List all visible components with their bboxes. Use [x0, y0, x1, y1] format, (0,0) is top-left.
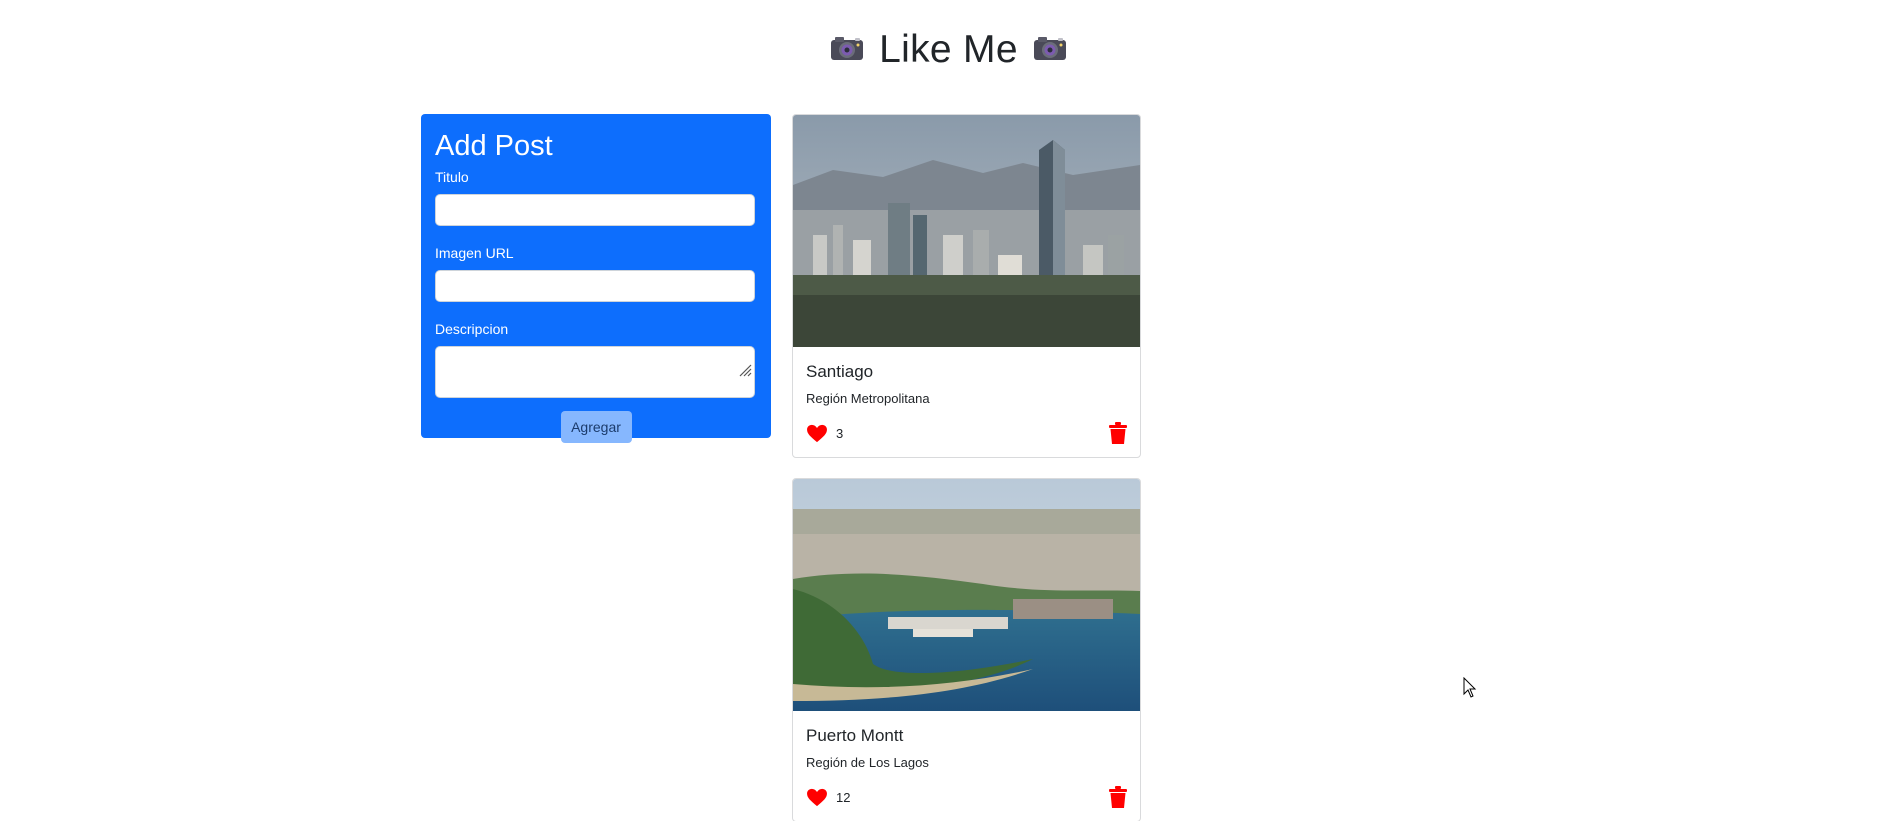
- app-page: Like Me Add Post Titulo Imagen URL Descr…: [0, 0, 1897, 821]
- post-actions: 12: [806, 784, 1127, 810]
- post-card: Santiago Región Metropolitana 3: [792, 114, 1141, 458]
- heart-icon: [806, 424, 828, 446]
- trash-icon: [1109, 786, 1127, 811]
- like-count: 3: [836, 425, 844, 441]
- post-title: Santiago: [806, 362, 874, 381]
- post-description: Región de Los Lagos: [806, 755, 929, 770]
- page-title: Like Me: [879, 28, 1018, 71]
- mouse-cursor-icon: [1463, 676, 1477, 704]
- like-button[interactable]: [806, 788, 828, 807]
- description-textarea[interactable]: [435, 346, 755, 398]
- post-body: Puerto Montt Región de Los Lagos 12: [793, 711, 1140, 810]
- like-group: 12: [806, 788, 850, 807]
- image-url-label: Imagen URL: [435, 245, 514, 261]
- post-card: Puerto Montt Región de Los Lagos 12: [792, 478, 1141, 821]
- form-title: Add Post: [435, 130, 553, 162]
- like-group: 3: [806, 424, 843, 443]
- post-actions: 3: [806, 420, 1127, 446]
- camera-icon: [829, 22, 865, 78]
- description-field-wrap: [435, 346, 755, 398]
- add-post-button[interactable]: Agregar: [560, 411, 632, 443]
- title-input[interactable]: [435, 194, 755, 226]
- heart-icon: [806, 788, 828, 810]
- delete-post-button[interactable]: [1109, 786, 1127, 808]
- delete-post-button[interactable]: [1109, 422, 1127, 444]
- camera-icon: [1032, 22, 1068, 78]
- trash-icon: [1109, 422, 1127, 447]
- image-url-input[interactable]: [435, 270, 755, 302]
- post-description: Región Metropolitana: [806, 391, 930, 406]
- post-title: Puerto Montt: [806, 726, 904, 745]
- resize-grip-icon[interactable]: [738, 363, 752, 382]
- post-image: [793, 115, 1140, 347]
- post-image: [793, 479, 1140, 711]
- like-count: 12: [836, 789, 851, 805]
- description-label: Descripcion: [435, 321, 509, 337]
- post-body: Santiago Región Metropolitana 3: [793, 347, 1140, 446]
- like-button[interactable]: [806, 424, 828, 443]
- title-label: Titulo: [435, 169, 469, 185]
- add-post-form: Add Post Titulo Imagen URL Descripcion A…: [421, 114, 771, 443]
- app-header: Like Me: [0, 22, 1897, 80]
